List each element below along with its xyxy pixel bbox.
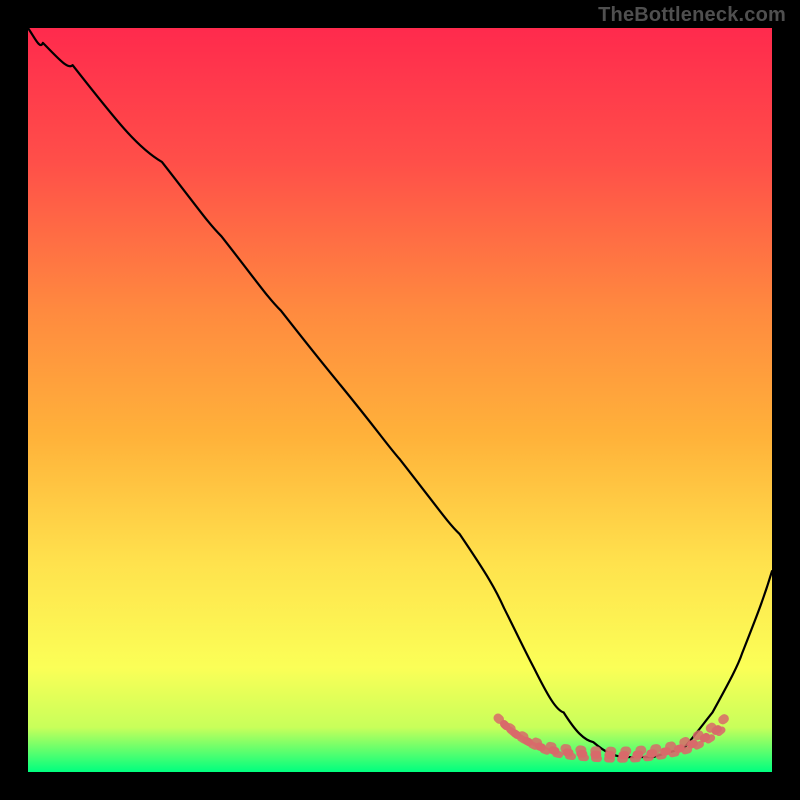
chart-stage: TheBottleneck.com xyxy=(0,0,800,800)
gradient-background xyxy=(28,28,772,772)
chart-plot xyxy=(28,28,772,772)
chart-svg xyxy=(28,28,772,772)
watermark-text: TheBottleneck.com xyxy=(598,4,786,27)
